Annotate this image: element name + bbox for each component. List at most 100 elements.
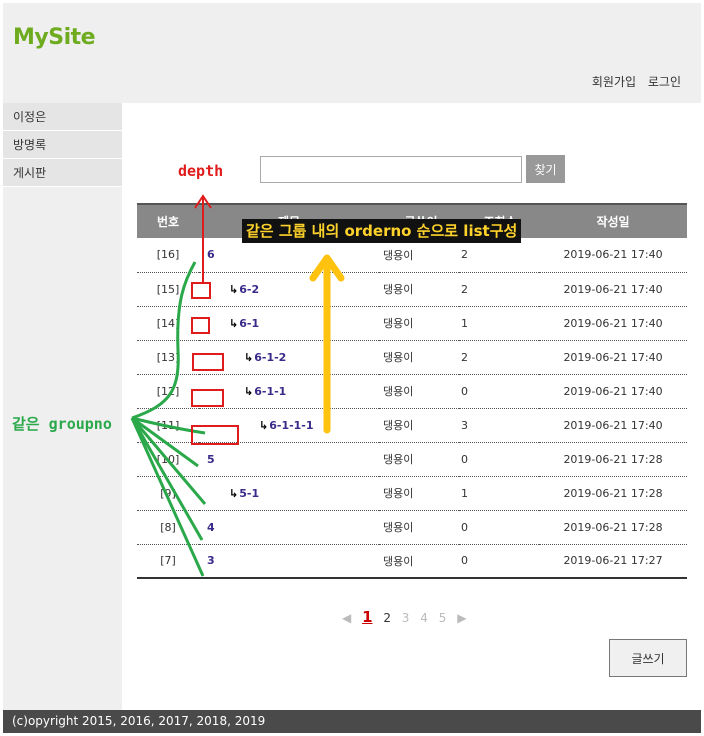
sidebar-item-profile[interactable]: 이정은 — [3, 103, 122, 131]
post-number: [11] — [156, 418, 180, 432]
write-post-button[interactable]: 글쓰기 — [609, 639, 687, 677]
pager-page-2[interactable]: 2 — [383, 611, 391, 625]
post-number: [10] — [156, 452, 180, 466]
post-hits: 2 — [461, 248, 468, 262]
post-number: [8] — [160, 520, 176, 534]
post-hits: 3 — [461, 418, 468, 432]
post-date: 2019-06-21 17:28 — [563, 486, 663, 500]
post-date: 2019-06-21 17:28 — [563, 452, 663, 466]
post-hits: 0 — [461, 384, 468, 398]
post-title-cell: ↳6-1-1 — [199, 374, 379, 408]
post-number: [12] — [156, 384, 180, 398]
post-writer: 댕용이 — [383, 385, 414, 398]
reply-arrow-icon: ↳ — [244, 350, 254, 364]
post-number: [13] — [156, 350, 180, 364]
post-title-link[interactable]: 5-1 — [239, 487, 259, 500]
pager-page-1[interactable]: 1 — [362, 608, 372, 626]
post-writer: 댕용이 — [383, 521, 414, 534]
post-title-cell: 6 — [199, 238, 379, 272]
pagination: ◀ 1 2 3 4 5 ▶ — [342, 608, 473, 626]
table-row[interactable]: [8] 4 댕용이 0 2019-06-21 17:28 — [137, 510, 687, 544]
post-number: [16] — [156, 248, 180, 262]
post-writer: 댕용이 — [383, 554, 414, 568]
table-row[interactable]: [9] ↳5-1 댕용이 1 2019-06-21 17:28 — [137, 476, 687, 510]
table-row[interactable]: [10] 5 댕용이 0 2019-06-21 17:28 — [137, 442, 687, 476]
reply-arrow-icon: ↳ — [229, 316, 239, 330]
site-footer: (c)opyright 2015, 2016, 2017, 2018, 2019 — [3, 710, 701, 733]
post-title-cell: ↳6-2 — [199, 272, 379, 306]
orderno-annotation-label: 같은 그룹 내의 orderno 순으로 list구성 — [242, 219, 522, 243]
post-hits: 0 — [461, 520, 468, 534]
post-title-link[interactable]: 6-2 — [239, 283, 259, 296]
post-hits: 1 — [461, 486, 468, 500]
post-title-link[interactable]: 6-1-1-1 — [269, 419, 313, 432]
site-title[interactable]: MySite — [13, 25, 96, 50]
reply-arrow-icon: ↳ — [244, 384, 254, 398]
depth-box-3 — [192, 353, 224, 371]
signup-link[interactable]: 회원가입 — [592, 75, 636, 89]
table-row[interactable]: [16] 6 댕용이 2 2019-06-21 17:40 — [137, 238, 687, 272]
board-body: [16] 6 댕용이 2 2019-06-21 17:40 [15] ↳6-2 댕용이 2 201… — [137, 238, 687, 578]
post-title-link[interactable]: 6-1-2 — [254, 351, 286, 364]
post-title-link[interactable]: 3 — [207, 554, 215, 567]
post-date: 2019-06-21 17:27 — [563, 554, 663, 568]
depth-box-4 — [191, 389, 224, 407]
post-number: [9] — [160, 486, 176, 500]
post-title-cell: ↳6-1-2 — [199, 340, 379, 374]
post-title-link[interactable]: 4 — [207, 521, 215, 534]
post-title-cell: 5 — [199, 442, 379, 476]
post-writer: 댕용이 — [383, 283, 414, 296]
reply-arrow-icon: ↳ — [229, 282, 239, 296]
pager-prev-icon[interactable]: ◀ — [342, 611, 351, 625]
column-header-date: 작성일 — [596, 215, 630, 229]
depth-annotation-label: depth — [178, 162, 224, 180]
pager-page-3[interactable]: 3 — [402, 611, 410, 625]
reply-arrow-icon: ↳ — [229, 486, 239, 500]
post-date: 2019-06-21 17:40 — [563, 350, 663, 364]
post-number: [14] — [156, 316, 180, 330]
depth-box-1 — [191, 282, 211, 299]
post-hits: 0 — [461, 452, 468, 466]
post-date: 2019-06-21 17:28 — [563, 520, 663, 534]
site-header: MySite 회원가입 로그인 — [3, 3, 701, 103]
login-link[interactable]: 로그인 — [648, 75, 681, 89]
table-row[interactable]: [7] 3 댕용이 0 2019-06-21 17:27 — [137, 544, 687, 578]
post-title-link[interactable]: 5 — [207, 453, 215, 466]
post-title-cell: 4 — [199, 510, 379, 544]
post-hits: 2 — [461, 350, 468, 364]
pager-page-5[interactable]: 5 — [439, 611, 447, 625]
post-writer: 댕용이 — [383, 453, 414, 466]
pager-next-icon[interactable]: ▶ — [457, 611, 466, 625]
post-title-cell: 3 — [199, 544, 379, 578]
table-row[interactable]: [14] ↳6-1 댕용이 1 2019-06-21 17:40 — [137, 306, 687, 340]
post-date: 2019-06-21 17:40 — [563, 384, 663, 398]
groupno-annotation-label: 같은 groupno — [12, 415, 112, 433]
sidebar-item-guestbook[interactable]: 방명록 — [3, 131, 122, 159]
column-header-no: 번호 — [156, 215, 180, 229]
post-title-link[interactable]: 6 — [207, 248, 215, 261]
post-title-link[interactable]: 6-1-1 — [254, 385, 286, 398]
post-title-cell: ↳6-1 — [199, 306, 379, 340]
post-hits: 0 — [461, 554, 468, 568]
post-writer: 댕용이 — [383, 487, 414, 500]
reply-arrow-icon: ↳ — [259, 418, 269, 432]
post-writer: 댕용이 — [383, 351, 414, 364]
depth-box-5 — [191, 425, 239, 445]
post-writer: 댕용이 — [383, 419, 414, 432]
post-date: 2019-06-21 17:40 — [563, 282, 663, 296]
sidebar-item-board[interactable]: 게시판 — [3, 159, 122, 187]
search-button[interactable]: 찾기 — [526, 155, 565, 183]
table-row[interactable]: [15] ↳6-2 댕용이 2 2019-06-21 17:40 — [137, 272, 687, 306]
post-date: 2019-06-21 17:40 — [563, 248, 663, 262]
pager-page-4[interactable]: 4 — [420, 611, 428, 625]
post-date: 2019-06-21 17:40 — [563, 316, 663, 330]
header-links: 회원가입 로그인 — [584, 73, 681, 90]
post-title-cell: ↳5-1 — [199, 476, 379, 510]
post-date: 2019-06-21 17:40 — [563, 418, 663, 432]
post-number: [7] — [160, 554, 176, 568]
search-input[interactable] — [260, 156, 522, 183]
post-writer: 댕용이 — [383, 248, 414, 262]
post-title-link[interactable]: 6-1 — [239, 317, 259, 330]
sidebar: 이정은 방명록 게시판 — [3, 103, 122, 710]
post-writer: 댕용이 — [383, 317, 414, 330]
